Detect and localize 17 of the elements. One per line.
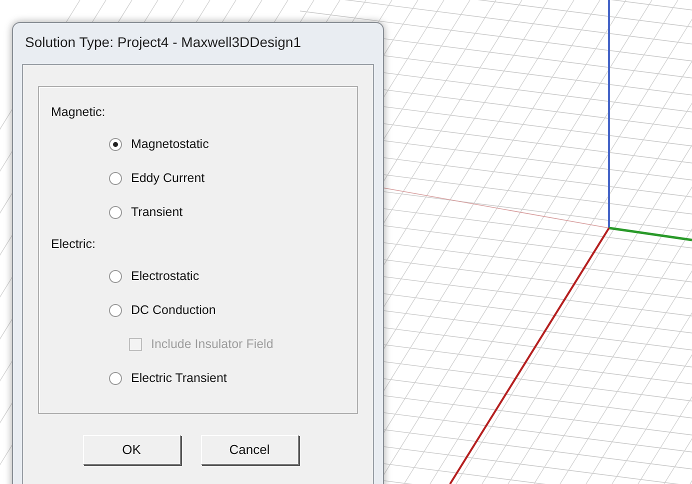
radio-button[interactable]	[109, 138, 122, 150]
radio-button[interactable]	[109, 270, 122, 282]
radio-button[interactable]	[109, 206, 122, 218]
radio-button[interactable]	[109, 372, 122, 384]
option-label[interactable]: Electric Transient	[131, 368, 227, 388]
option-label[interactable]: Electrostatic	[131, 266, 200, 286]
cancel-button[interactable]: Cancel	[200, 435, 298, 465]
option-label[interactable]: DC Conduction	[131, 300, 216, 320]
group-label: Electric:	[51, 237, 96, 251]
option-label[interactable]: Magnetostatic	[131, 134, 209, 154]
option-label[interactable]: Eddy Current	[131, 168, 205, 188]
radio-button[interactable]	[109, 172, 122, 184]
option-label[interactable]: Transient	[131, 202, 183, 222]
group-label: Magnetic:	[51, 105, 106, 119]
radio-button[interactable]	[109, 304, 122, 316]
ok-button[interactable]: OK	[82, 435, 180, 465]
window-title: Solution Type: Project4 - Maxwell3DDesign1	[24, 33, 302, 52]
